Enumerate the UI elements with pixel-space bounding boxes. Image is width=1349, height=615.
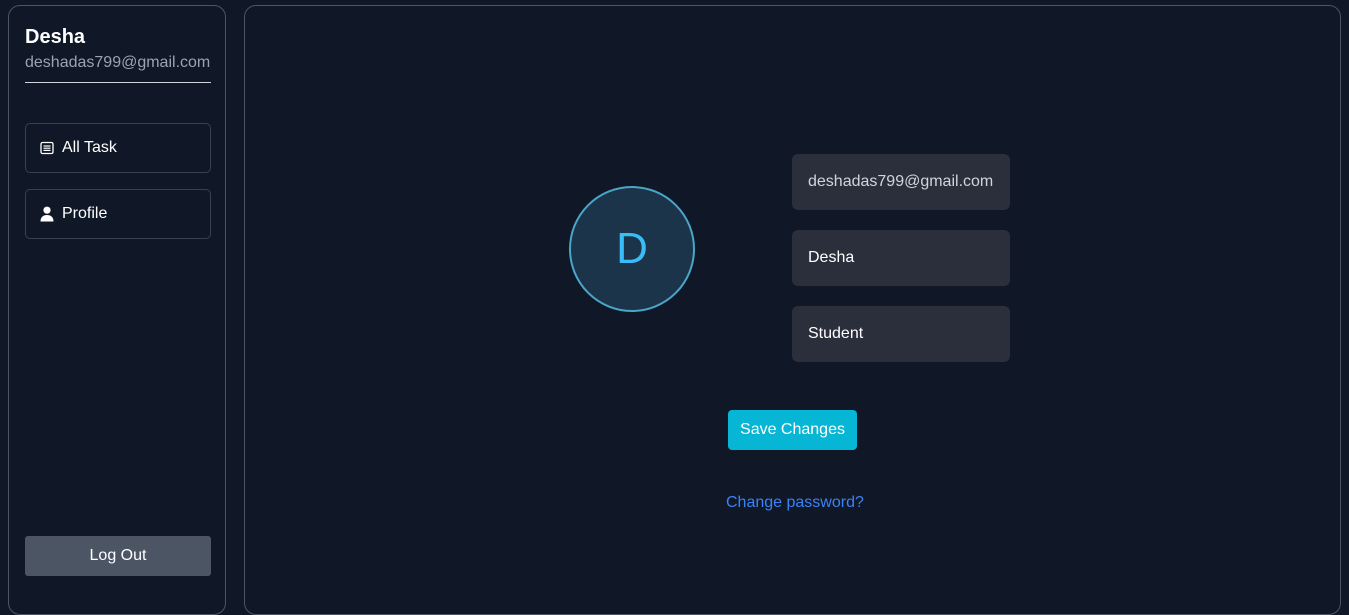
profile-panel: D Save Changes Change password?: [244, 5, 1341, 615]
sidebar-item-label: Profile: [62, 205, 108, 222]
user-email: deshadas799@gmail.com: [25, 54, 211, 71]
avatar: D: [569, 186, 695, 312]
email-field[interactable]: [792, 154, 1010, 210]
sidebar: Desha deshadas799@gmail.com All Task Pro…: [8, 5, 226, 615]
change-password-link[interactable]: Change password?: [726, 494, 864, 512]
role-field[interactable]: [792, 306, 1010, 362]
logout-button[interactable]: Log Out: [25, 536, 211, 576]
user-divider: [25, 82, 211, 83]
avatar-letter: D: [616, 224, 648, 273]
sidebar-item-all-task[interactable]: All Task: [25, 123, 211, 173]
name-field[interactable]: [792, 230, 1010, 286]
list-icon: [39, 140, 55, 156]
user-icon: [39, 206, 55, 222]
sidebar-item-profile[interactable]: Profile: [25, 189, 211, 239]
user-name: Desha: [25, 26, 86, 48]
sidebar-item-label: All Task: [62, 139, 117, 156]
save-changes-button[interactable]: Save Changes: [728, 410, 857, 450]
